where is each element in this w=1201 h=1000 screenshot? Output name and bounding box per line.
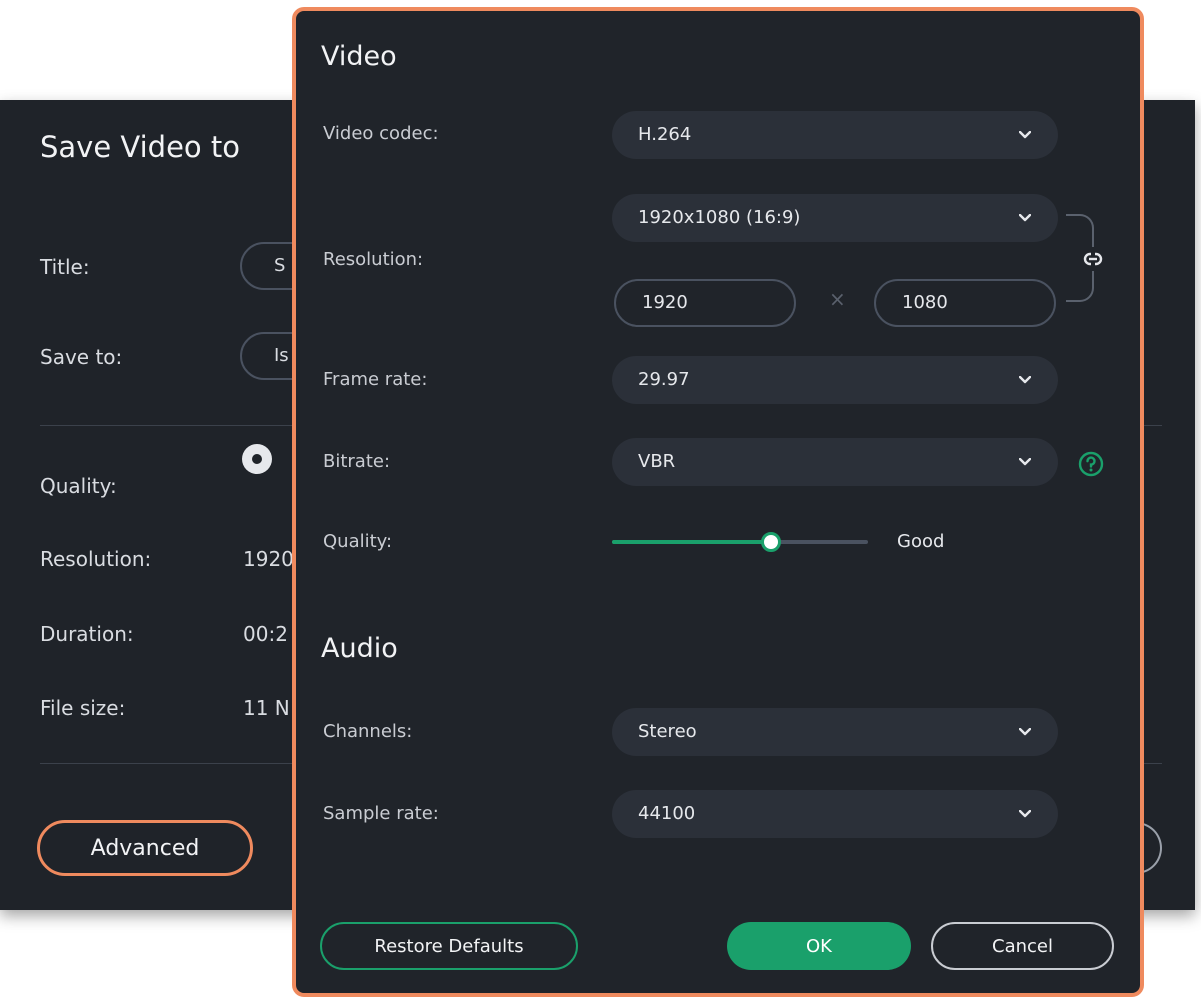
quality-label: Quality: [323, 531, 393, 552]
link-icon[interactable] [1081, 247, 1105, 271]
divider [40, 763, 300, 764]
save-to-label: Save to: [40, 345, 123, 369]
chevron-down-icon [1018, 194, 1032, 242]
chevron-down-icon [1018, 438, 1032, 486]
chevron-down-icon [1018, 356, 1032, 404]
file-size-label: File size: [40, 696, 126, 720]
video-codec-label: Video codec: [323, 123, 439, 144]
resolution-label: Resolution: [40, 547, 152, 571]
sample-rate-value: 44100 [638, 803, 696, 824]
chevron-down-icon [1018, 111, 1032, 159]
channels-select[interactable]: Stereo [612, 708, 1058, 756]
resolution-value: 1920 [243, 547, 294, 571]
bitrate-value: VBR [638, 451, 676, 472]
resolution-height-input[interactable]: 1080 [874, 279, 1056, 327]
resolution-preset-value: 1920x1080 (16:9) [638, 207, 801, 228]
title-label: Title: [40, 255, 90, 279]
file-size-value: 11 N [243, 696, 290, 720]
quality-slider[interactable] [612, 532, 868, 552]
video-codec-select[interactable]: H.264 [612, 111, 1058, 159]
video-codec-value: H.264 [638, 124, 692, 145]
audio-section-title: Audio [321, 633, 398, 664]
resolution-width-input[interactable]: 1920 [614, 279, 796, 327]
channels-value: Stereo [638, 721, 697, 742]
quality-slider-thumb[interactable] [760, 532, 781, 552]
advanced-settings-dialog: Video Video codec: H.264 Resolution: 192… [292, 7, 1144, 997]
quality-radio[interactable] [242, 444, 272, 474]
frame-rate-value: 29.97 [638, 369, 690, 390]
video-section-title: Video [321, 41, 397, 72]
bitrate-select[interactable]: VBR [612, 438, 1058, 486]
quality-label: Quality: [40, 474, 117, 498]
chevron-down-icon [1018, 708, 1032, 756]
resolution-preset-select[interactable]: 1920x1080 (16:9) [612, 194, 1058, 242]
restore-defaults-button[interactable]: Restore Defaults [320, 922, 578, 970]
bitrate-label: Bitrate: [323, 451, 391, 472]
quality-slider-fill [612, 540, 771, 544]
channels-label: Channels: [323, 721, 413, 742]
help-icon[interactable] [1078, 451, 1104, 477]
quality-value: Good [897, 531, 945, 552]
advanced-button[interactable]: Advanced [37, 820, 253, 876]
sample-rate-label: Sample rate: [323, 803, 439, 824]
frame-rate-label: Frame rate: [323, 369, 428, 390]
duration-label: Duration: [40, 622, 134, 646]
chevron-down-icon [1018, 790, 1032, 838]
divider [40, 425, 300, 426]
resolution-label: Resolution: [323, 249, 424, 270]
ok-button[interactable]: OK [727, 922, 911, 970]
frame-rate-select[interactable]: 29.97 [612, 356, 1058, 404]
sample-rate-select[interactable]: 44100 [612, 790, 1058, 838]
times-icon: × [829, 287, 846, 311]
cancel-button[interactable]: Cancel [931, 922, 1114, 970]
duration-value: 00:2 [243, 622, 288, 646]
save-video-title: Save Video to [40, 130, 240, 164]
